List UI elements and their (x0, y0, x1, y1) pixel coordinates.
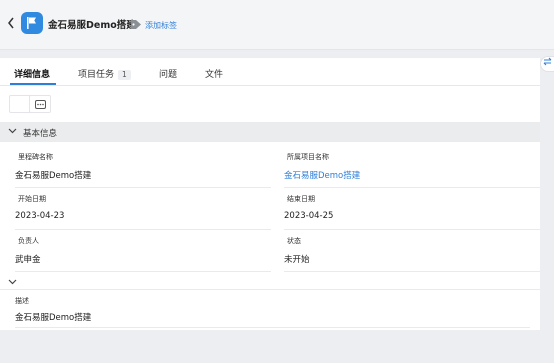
project-link[interactable]: 金石易服Demo搭建 (284, 169, 360, 181)
chevron-down-icon (8, 279, 17, 285)
more-options-button[interactable] (29, 95, 51, 113)
field-label: 负责人 (18, 237, 39, 245)
field-description: 描述 金石易服Demo搭建 (15, 290, 530, 328)
toolbar-button[interactable] (9, 95, 31, 113)
chevron-left-icon (8, 17, 14, 29)
page-header: 金石易服Demo搭建 添加标签 (0, 0, 554, 50)
detail-panel: 详细信息 项目任务 1 问题 文件 基本信息 里程碑名称 金石易服Demo搭建 所… (0, 58, 540, 330)
field-end-date: 结束日期 2023-04-25 (284, 188, 540, 230)
section-title: 基本信息 (23, 129, 58, 139)
tab-label: 项目任务 (78, 70, 115, 80)
field-label: 状态 (287, 237, 301, 245)
task-count-badge: 1 (118, 70, 131, 80)
tab-details[interactable]: 详细信息 (14, 67, 50, 80)
chevron-down-icon (8, 128, 17, 134)
tab-project-tasks[interactable]: 项目任务 1 (78, 67, 131, 80)
back-button[interactable] (5, 17, 17, 33)
flag-icon (27, 17, 36, 29)
project-logo (21, 12, 43, 34)
tab-files[interactable]: 文件 (205, 67, 223, 80)
field-value: 金石易服Demo搭建 (15, 171, 92, 181)
field-owner: 负责人 武申金 (15, 230, 271, 272)
field-value: 武申金 (15, 255, 41, 265)
section-header-description[interactable] (0, 274, 540, 290)
field-status: 状态 未开始 (284, 230, 540, 272)
field-label: 所属项目名称 (287, 153, 329, 161)
section-header-basic-info[interactable]: 基本信息 (0, 122, 540, 142)
field-value: 2023-04-23 (15, 211, 65, 221)
tab-bar: 详细信息 项目任务 1 问题 文件 (0, 58, 540, 86)
tag-icon[interactable] (130, 19, 142, 30)
field-value: 未开始 (284, 255, 310, 265)
swap-toggle-button[interactable] (540, 56, 554, 72)
field-label: 描述 (15, 297, 29, 305)
field-milestone-name: 里程碑名称 金石易服Demo搭建 (15, 146, 271, 188)
tab-issues[interactable]: 问题 (159, 67, 177, 80)
swap-icon (543, 57, 552, 66)
field-value: 2023-04-25 (284, 211, 334, 221)
field-label: 开始日期 (18, 195, 46, 203)
active-tab-indicator (10, 83, 56, 85)
ellipsis-box-icon (35, 100, 46, 109)
field-label: 结束日期 (287, 195, 315, 203)
field-project-name: 所属项目名称 金石易服Demo搭建 (284, 146, 540, 188)
field-start-date: 开始日期 2023-04-23 (15, 188, 271, 230)
add-tag-link[interactable]: 添加标签 (145, 20, 177, 31)
field-value: 金石易服Demo搭建 (15, 313, 92, 323)
page-title: 金石易服Demo搭建 (48, 20, 136, 31)
field-label: 里程碑名称 (18, 153, 53, 161)
